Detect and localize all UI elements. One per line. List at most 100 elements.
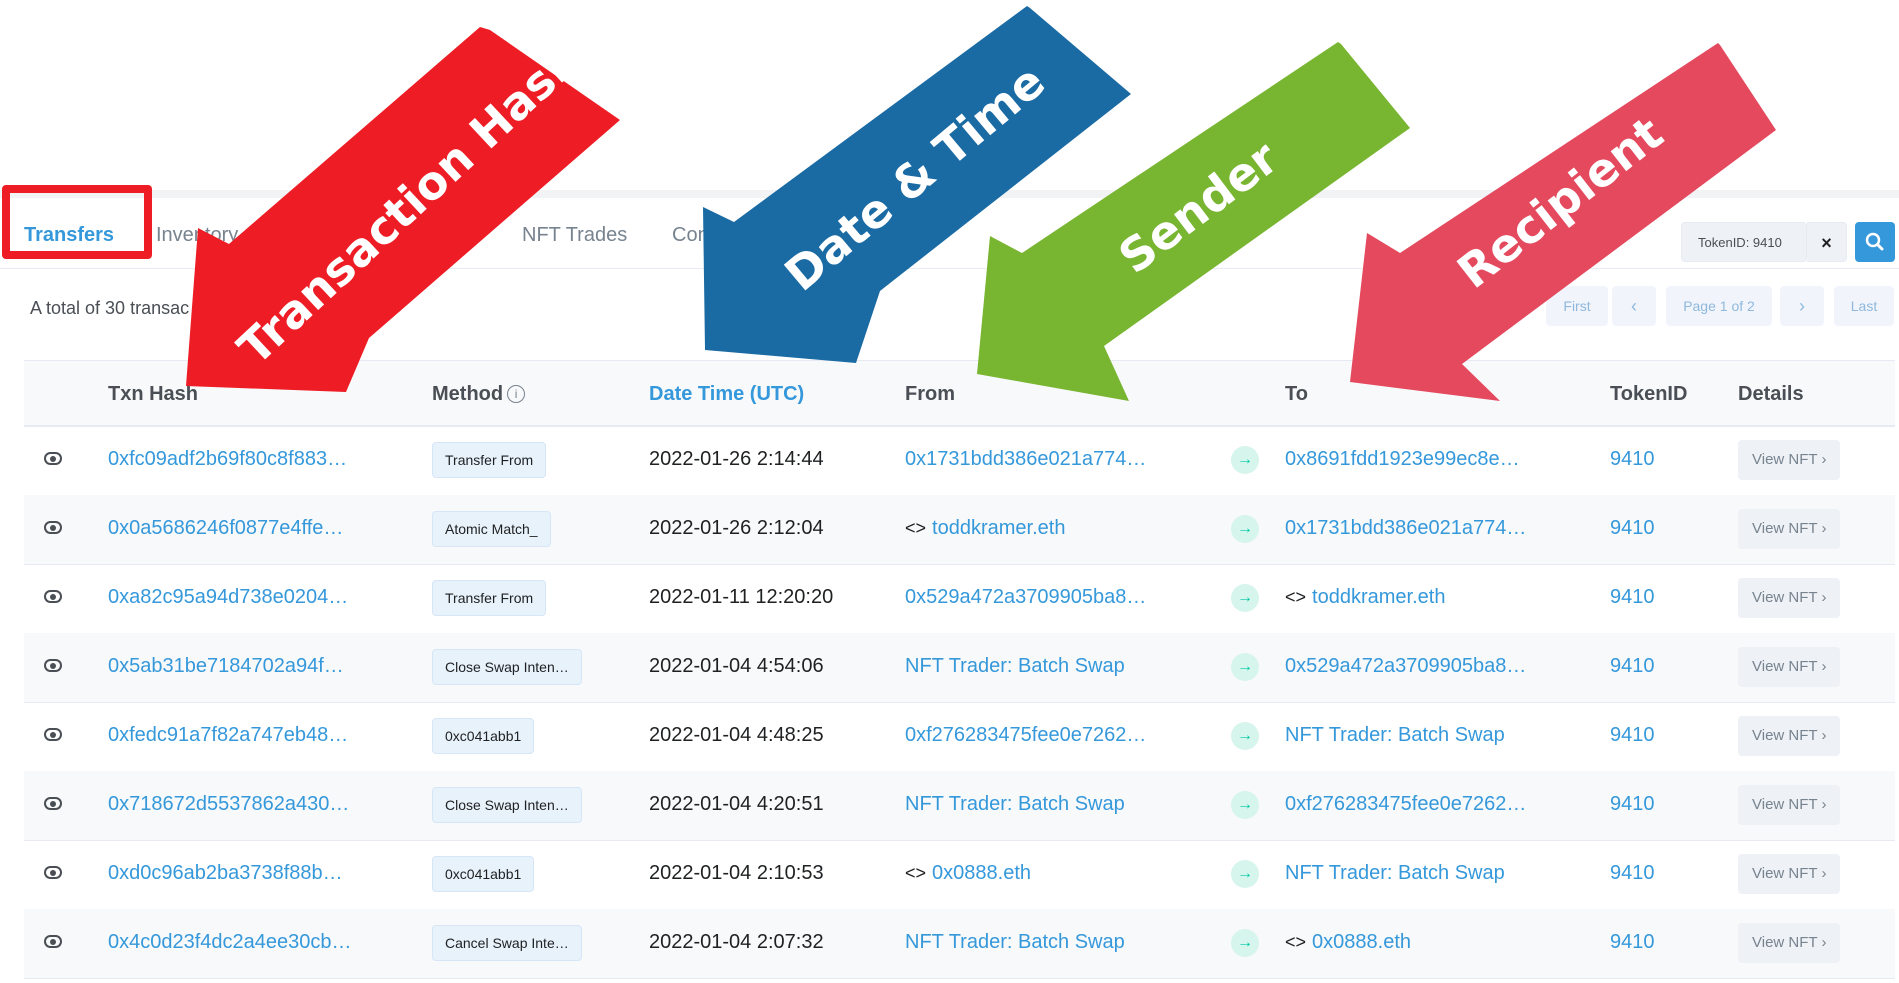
from-address-link[interactable]: 0xf276283475fee0e7262… bbox=[905, 724, 1146, 747]
from-address-link[interactable]: NFT Trader: Batch Swap bbox=[905, 931, 1125, 954]
table-row: 0x4c0d23f4dc2a4ee30cb… Cancel Swap Inte… 2… bbox=[24, 909, 1895, 979]
tokenid-link[interactable]: 9410 bbox=[1610, 517, 1655, 540]
tab-nft-trades[interactable]: NFT Trades bbox=[522, 224, 627, 247]
from-address-link[interactable]: NFT Trader: Batch Swap bbox=[905, 793, 1125, 816]
eye-icon[interactable] bbox=[44, 659, 62, 672]
right-arrow-icon: → bbox=[1231, 446, 1259, 474]
search-icon bbox=[1865, 232, 1884, 251]
eye-icon[interactable] bbox=[44, 521, 62, 534]
txn-hash-link[interactable]: 0xd0c96ab2ba3738f88b… bbox=[108, 862, 343, 885]
tokenid-link[interactable]: 9410 bbox=[1610, 931, 1655, 954]
info-icon[interactable]: i bbox=[507, 385, 526, 403]
view-nft-button[interactable]: View NFT › bbox=[1738, 785, 1841, 825]
transfers-panel: Transfers Inventory I es NFT Trades Cont… bbox=[0, 185, 1899, 983]
txn-hash-link[interactable]: 0xa82c95a94d738e0204… bbox=[108, 586, 348, 609]
eye-icon[interactable] bbox=[44, 866, 62, 879]
right-arrow-icon: → bbox=[1231, 791, 1259, 819]
txn-hash-link[interactable]: 0x4c0d23f4dc2a4ee30cb… bbox=[108, 931, 352, 954]
tab-trades-fragment[interactable]: es bbox=[452, 224, 473, 247]
view-nft-button[interactable]: View NFT › bbox=[1738, 509, 1841, 549]
txn-hash-link[interactable]: 0x0a5686246f0877e4ffe… bbox=[108, 517, 343, 540]
table-row: 0xfc09adf2b69f80c8f883… Transfer From 2022… bbox=[24, 426, 1895, 496]
datetime-value: 2022-01-04 2:10:53 bbox=[649, 862, 824, 884]
to-address-link[interactable]: 0x8691fdd1923e99ec8e… bbox=[1285, 448, 1520, 471]
txn-hash-link[interactable]: 0xfedc91a7f82a747eb48… bbox=[108, 724, 348, 747]
view-nft-button[interactable]: View NFT › bbox=[1738, 578, 1841, 618]
tokenid-link[interactable]: 9410 bbox=[1610, 655, 1655, 678]
right-arrow-icon: → bbox=[1231, 653, 1259, 681]
view-nft-button[interactable]: View NFT › bbox=[1738, 923, 1841, 963]
eye-icon[interactable] bbox=[44, 590, 62, 603]
pagination-next[interactable]: › bbox=[1780, 286, 1824, 326]
from-address-text: toddkramer.eth bbox=[932, 517, 1066, 539]
to-address-link[interactable]: <> 0x0888.eth bbox=[1285, 931, 1411, 954]
from-address-link[interactable]: NFT Trader: Batch Swap bbox=[905, 655, 1125, 678]
txn-hash-link[interactable]: 0x718672d5537862a430… bbox=[108, 793, 349, 816]
pagination-last[interactable]: Last bbox=[1834, 286, 1894, 326]
transfers-tab-highlight-box bbox=[2, 185, 152, 259]
method-badge: Atomic Match_ bbox=[432, 511, 551, 547]
to-address-text: 0x8691fdd1923e99ec8e… bbox=[1285, 448, 1520, 470]
view-nft-button[interactable]: View NFT › bbox=[1738, 647, 1841, 687]
from-address-text: NFT Trader: Batch Swap bbox=[905, 655, 1125, 677]
to-address-link[interactable]: NFT Trader: Batch Swap bbox=[1285, 724, 1505, 747]
datetime-value: 2022-01-26 2:14:44 bbox=[649, 448, 824, 470]
clear-filter-button[interactable]: × bbox=[1807, 222, 1847, 262]
to-address-text: toddkramer.eth bbox=[1312, 586, 1446, 608]
tab-hidden[interactable]: I bbox=[288, 224, 294, 247]
eye-icon[interactable] bbox=[44, 797, 62, 810]
col-tokenid: TokenID bbox=[1610, 383, 1688, 405]
pagination-prev[interactable]: ‹ bbox=[1612, 286, 1656, 326]
col-txn-hash: Txn Hash bbox=[108, 383, 199, 405]
to-address-link[interactable]: 0x1731bdd386e021a774… bbox=[1285, 517, 1526, 540]
from-address-link[interactable]: <> 0x0888.eth bbox=[905, 862, 1031, 885]
tokenid-link[interactable]: 9410 bbox=[1610, 724, 1655, 747]
tokenid-link[interactable]: 9410 bbox=[1610, 586, 1655, 609]
table-header: Txn Hash Method i Date Time (UTC) From To… bbox=[24, 360, 1895, 427]
to-address-text: 0xf276283475fee0e7262… bbox=[1285, 793, 1527, 815]
view-nft-button[interactable]: View NFT › bbox=[1738, 716, 1841, 756]
txn-hash-link[interactable]: 0xfc09adf2b69f80c8f883… bbox=[108, 448, 347, 471]
ens-icon: <> bbox=[905, 518, 927, 538]
tokenid-link[interactable]: 9410 bbox=[1610, 448, 1655, 471]
datetime-value: 2022-01-04 2:07:32 bbox=[649, 931, 824, 953]
tab-contract[interactable]: Contr bbox=[672, 224, 721, 247]
from-address-link[interactable]: 0x1731bdd386e021a774… bbox=[905, 448, 1146, 471]
ens-icon: <> bbox=[1285, 932, 1307, 952]
view-nft-button[interactable]: View NFT › bbox=[1738, 854, 1841, 894]
to-address-link[interactable]: <> toddkramer.eth bbox=[1285, 586, 1445, 609]
tab-inventory[interactable]: Inventory bbox=[156, 224, 238, 247]
eye-icon[interactable] bbox=[44, 452, 62, 465]
right-arrow-icon: → bbox=[1231, 929, 1259, 957]
from-address-text: 0x1731bdd386e021a774… bbox=[905, 448, 1147, 470]
method-badge: Close Swap Inten… bbox=[432, 649, 582, 685]
datetime-value: 2022-01-26 2:12:04 bbox=[649, 517, 824, 539]
from-address-text: 0x0888.eth bbox=[932, 862, 1032, 884]
pagination-first[interactable]: First bbox=[1546, 286, 1608, 326]
col-to: To bbox=[1285, 383, 1308, 405]
to-address-link[interactable]: 0xf276283475fee0e7262… bbox=[1285, 793, 1526, 816]
from-address-link[interactable]: 0x529a472a3709905ba8… bbox=[905, 586, 1146, 609]
method-badge: 0xc041abb1 bbox=[432, 718, 535, 754]
eye-icon[interactable] bbox=[44, 728, 62, 741]
datetime-value: 2022-01-11 12:20:20 bbox=[649, 586, 834, 608]
eye-icon[interactable] bbox=[44, 935, 62, 948]
tokenid-link[interactable]: 9410 bbox=[1610, 862, 1655, 885]
view-nft-button[interactable]: View NFT › bbox=[1738, 440, 1841, 480]
table-row: 0xd0c96ab2ba3738f88b… 0xc041abb1 2022-01-0… bbox=[24, 840, 1895, 910]
to-address-link[interactable]: NFT Trader: Batch Swap bbox=[1285, 862, 1505, 885]
to-address-link[interactable]: 0x529a472a3709905ba8… bbox=[1285, 655, 1526, 678]
tokenid-filter-chip[interactable]: TokenID: 9410 bbox=[1681, 222, 1807, 262]
datetime-value: 2022-01-04 4:20:51 bbox=[649, 793, 824, 815]
table-row: 0xfedc91a7f82a747eb48… 0xc041abb1 2022-01-… bbox=[24, 702, 1895, 772]
to-address-text: 0x0888.eth bbox=[1312, 931, 1412, 953]
txn-hash-link[interactable]: 0x5ab31be7184702a94f… bbox=[108, 655, 344, 678]
col-datetime[interactable]: Date Time (UTC) bbox=[649, 383, 804, 406]
ens-icon: <> bbox=[905, 863, 927, 883]
right-arrow-icon: → bbox=[1231, 860, 1259, 888]
col-from: From bbox=[905, 383, 955, 405]
col-details: Details bbox=[1738, 383, 1804, 405]
search-button[interactable] bbox=[1855, 222, 1895, 262]
tokenid-link[interactable]: 9410 bbox=[1610, 793, 1655, 816]
from-address-link[interactable]: <> toddkramer.eth bbox=[905, 517, 1065, 540]
